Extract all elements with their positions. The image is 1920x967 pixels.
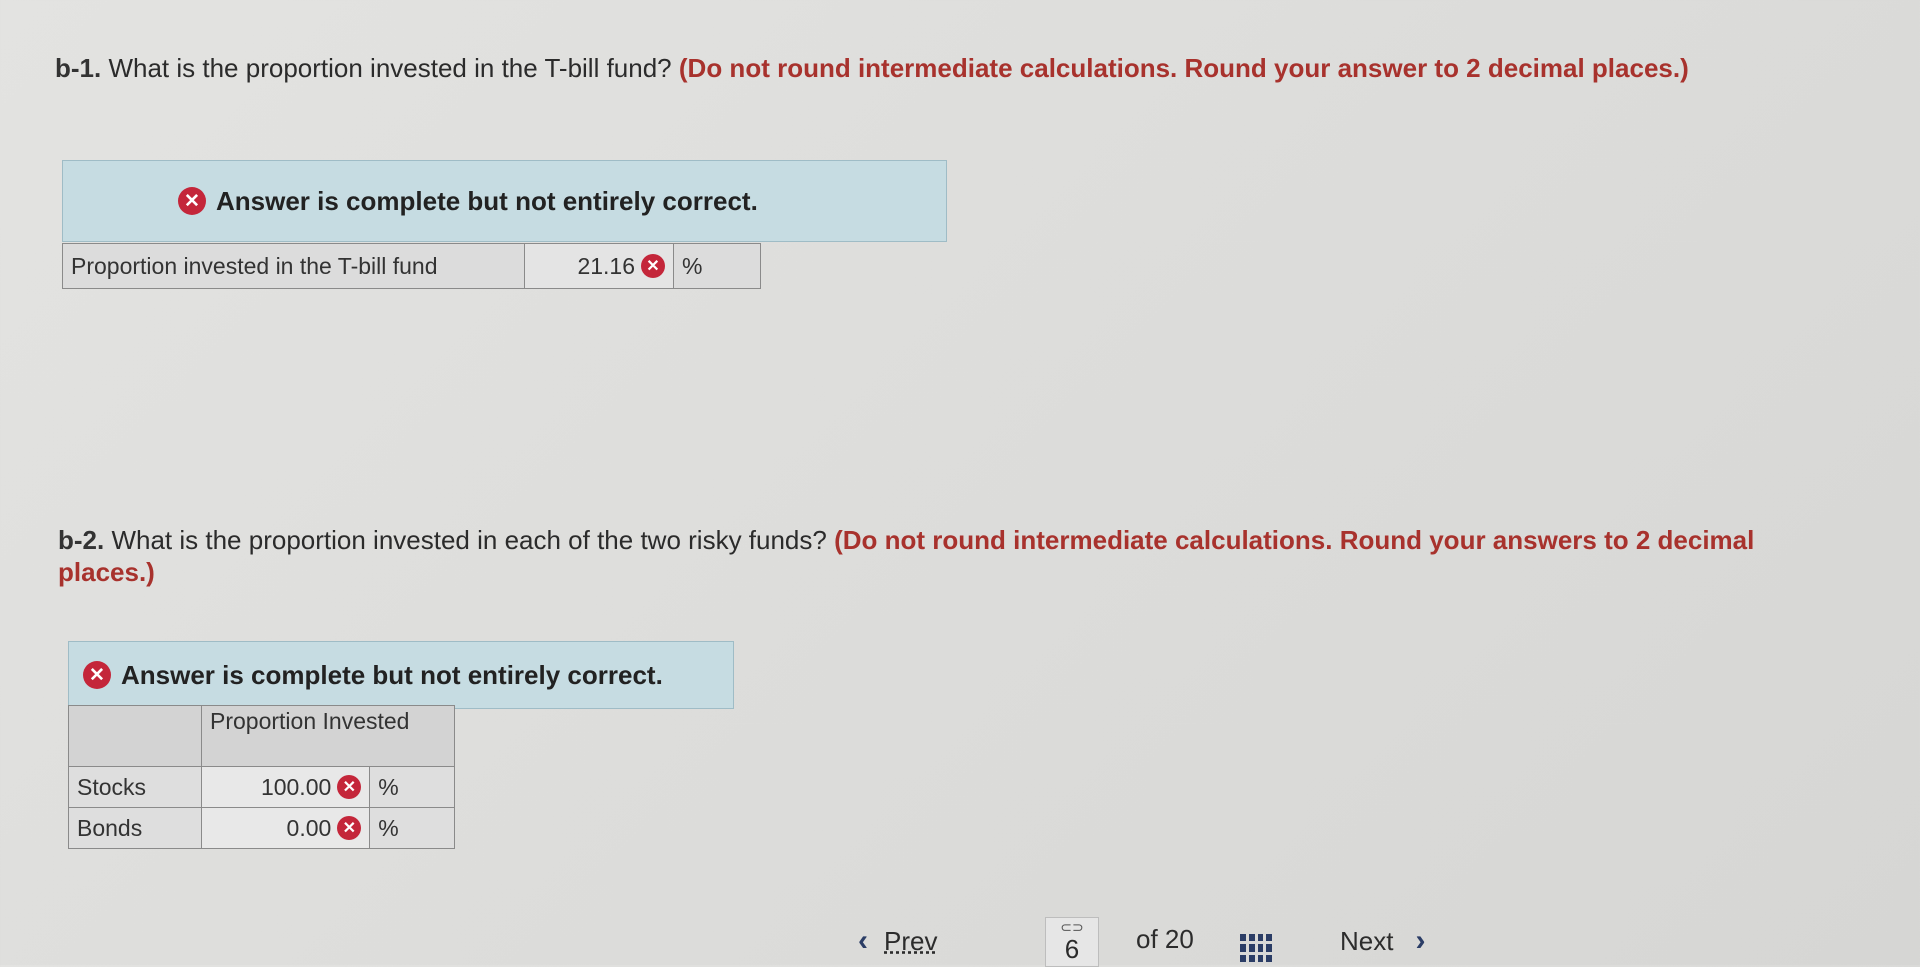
table-header-row: Proportion Invested (68, 705, 455, 767)
link-icon: ⊂⊃ (1060, 919, 1084, 935)
b2-banner-text: Answer is complete but not entirely corr… (121, 659, 663, 690)
prev-label: Prev (884, 925, 938, 956)
b1-banner-text: Answer is complete but not entirely corr… (216, 185, 758, 216)
page-number: 6 (1064, 934, 1080, 964)
b2-result-banner: ✕ Answer is complete but not entirely co… (68, 641, 734, 709)
x-circle-icon: ✕ (178, 187, 206, 215)
x-circle-icon: ✕ (337, 775, 362, 799)
row-label-bonds: Bonds (68, 807, 202, 849)
bonds-value-cell[interactable]: 0.00 ✕ (200, 807, 371, 849)
b1-value: 21.16 (577, 252, 635, 279)
b1-number: b-1. (55, 53, 102, 83)
b1-result-banner: ✕ Answer is complete but not entirely co… (62, 160, 947, 242)
chevron-left-icon: ‹ (858, 924, 868, 957)
bonds-value: 0.00 (286, 814, 332, 841)
b1-unit: % (673, 243, 761, 289)
b1-question: b-1. What is the proportion invested in … (55, 52, 1815, 84)
b1-row-label: Proportion invested in the T-bill fund (62, 243, 525, 289)
b2-number: b-2. (58, 525, 105, 555)
bonds-unit: % (369, 807, 455, 849)
b2-question-text: What is the proportion invested in each … (111, 525, 827, 555)
grid-icon[interactable] (1240, 934, 1272, 962)
table-row: Proportion invested in the T-bill fund 2… (62, 243, 761, 289)
b1-answer-table: Proportion invested in the T-bill fund 2… (62, 243, 761, 289)
table-row: Stocks 100.00 ✕ % (68, 766, 455, 808)
prev-button[interactable]: ‹ Prev (858, 924, 937, 958)
stocks-value: 100.00 (260, 773, 332, 800)
b1-value-cell[interactable]: 21.16 ✕ (524, 243, 674, 289)
page-total: of 20 (1136, 924, 1194, 954)
b1-instruction: (Do not round intermediate calculations.… (678, 53, 1689, 83)
chevron-right-icon: › (1415, 924, 1426, 957)
x-circle-icon: ✕ (337, 816, 362, 840)
page-number-box[interactable]: ⊂⊃ 6 (1045, 917, 1099, 967)
table-row: Bonds 0.00 ✕ % (68, 807, 455, 849)
next-button[interactable]: Next › (1340, 924, 1425, 958)
column-header-proportion: Proportion Invested (201, 705, 455, 767)
x-circle-icon: ✕ (641, 254, 665, 278)
b2-question: b-2. What is the proportion invested in … (58, 524, 1848, 588)
b2-answer-table: Proportion Invested Stocks 100.00 ✕ % Bo… (68, 705, 455, 849)
next-label: Next (1340, 925, 1394, 956)
row-label-stocks: Stocks (68, 766, 202, 808)
x-circle-icon: ✕ (83, 661, 111, 689)
stocks-value-cell[interactable]: 100.00 ✕ (200, 766, 371, 808)
stocks-unit: % (369, 766, 455, 808)
table-corner-cell (68, 705, 202, 767)
b1-question-text: What is the proportion invested in the T… (108, 53, 672, 83)
